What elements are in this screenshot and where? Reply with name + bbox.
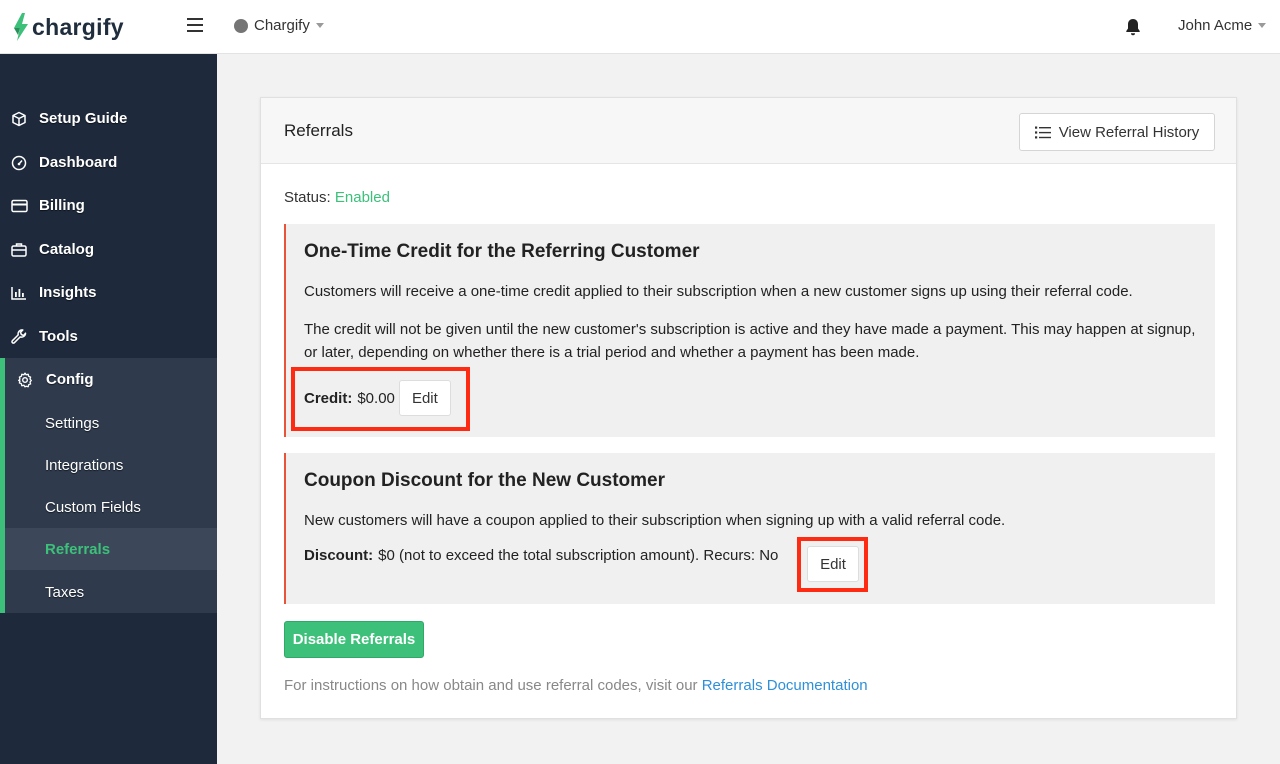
sidebar-subitem-integrations[interactable]: Integrations [5,444,217,486]
referrals-documentation-link[interactable]: Referrals Documentation [702,677,868,694]
sidebar-item-label: Setup Guide [39,110,128,127]
card-header: Referrals View Referral History [261,98,1236,164]
discount-label: Discount: [304,547,374,564]
chargify-logo[interactable]: chargify [13,12,124,42]
logo-text: chargify [32,13,124,40]
sidebar-item-label: Config [46,371,94,388]
coupon-panel-description: New customers will have a coupon applied… [304,512,1006,529]
history-button-label: View Referral History [1058,123,1200,141]
user-menu[interactable]: John Acme [1178,17,1267,34]
documentation-footnote: For instructions on how obtain and use r… [284,677,868,694]
sidebar-subitem-settings[interactable]: Settings [5,402,217,444]
sidebar-item-label: Dashboard [39,154,118,171]
referrals-card: Referrals View Referral History Status: … [260,97,1237,719]
credit-card-icon [10,197,28,215]
referrals-status: Status: Enabled [284,189,390,206]
hamburger-menu-icon[interactable] [187,18,203,34]
highlight-box [291,367,470,431]
coupon-panel: Coupon Discount for the New Customer New… [284,453,1215,604]
chevron-down-icon [1258,23,1267,28]
status-value: Enabled [334,189,390,206]
sidebar-subitem-referrals[interactable]: Referrals [5,528,217,570]
list-icon [1034,126,1051,139]
sidebar-subitem-taxes[interactable]: Taxes [5,571,217,613]
sidebar-item-billing[interactable]: Billing [0,184,217,227]
highlight-box [797,537,868,592]
coupon-panel-title: Coupon Discount for the New Customer [304,470,665,491]
briefcase-icon [10,241,28,259]
config-nav-group: Config Settings Integrations Custom Fiel… [0,358,217,613]
sidebar-item-label: Catalog [39,241,95,258]
sidebar: Setup Guide Dashboard Billing Catalog In… [0,54,217,764]
sidebar-item-label: Billing [39,197,85,214]
site-name: Chargify [254,17,310,34]
bell-icon[interactable] [1125,18,1141,36]
footnote-text: For instructions on how obtain and use r… [284,677,698,694]
sidebar-item-setup-guide[interactable]: Setup Guide [0,97,217,140]
disable-referrals-button[interactable]: Disable Referrals [284,621,424,658]
discount-field: Discount: $0 (not to exceed the total su… [304,547,778,564]
gear-icon [16,371,34,389]
wrench-icon [10,328,28,346]
credit-panel: One-Time Credit for the Referring Custom… [284,224,1215,437]
view-referral-history-button[interactable]: View Referral History [1019,113,1215,151]
status-label: Status: [284,189,331,206]
credit-panel-note: The credit will not be given until the n… [304,321,1196,361]
sidebar-item-dashboard[interactable]: Dashboard [0,141,217,184]
bar-chart-icon [10,284,28,302]
discount-value: $0 (not to exceed the total subscription… [378,547,779,564]
sidebar-subitem-custom-fields[interactable]: Custom Fields [5,486,217,528]
cube-icon [10,110,28,128]
chevron-down-icon [315,23,324,28]
chargify-logo-icon [14,13,28,41]
site-switcher[interactable]: Chargify [234,17,324,34]
gauge-icon [10,154,28,172]
credit-panel-description: Customers will receive a one-time credit… [304,283,1133,300]
sidebar-item-label: Tools [39,328,78,345]
site-avatar-icon [234,18,248,33]
user-name: John Acme [1178,17,1253,34]
credit-panel-title: One-Time Credit for the Referring Custom… [304,241,700,262]
top-bar: chargify Chargify John Acme [0,0,1280,54]
page-title: Referrals [284,121,353,140]
sidebar-item-insights[interactable]: Insights [0,271,217,314]
sidebar-item-label: Insights [39,284,97,301]
sidebar-item-tools[interactable]: Tools [0,315,217,358]
sidebar-item-catalog[interactable]: Catalog [0,228,217,271]
sidebar-item-config[interactable]: Config [5,358,217,401]
